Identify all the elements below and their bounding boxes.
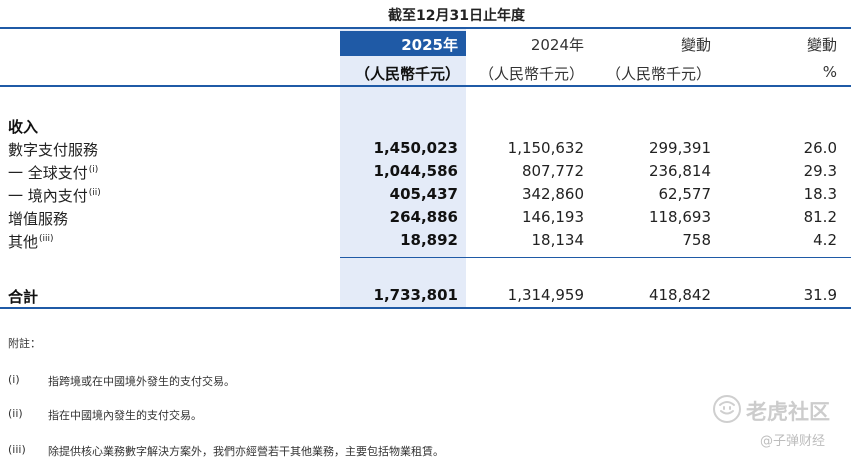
period-title: 截至12月31日止年度 (388, 8, 525, 24)
cell-pct: 81.2 (803, 208, 837, 226)
total-label: 合計 (8, 288, 39, 306)
row-label: 一 全球支付(i) (8, 164, 99, 182)
total-2025: 1,733,801 (373, 286, 458, 304)
total-2024: 1,314,959 (507, 286, 584, 304)
cell-2024: 342,860 (521, 185, 584, 203)
row-label: 其他(iii) (8, 233, 54, 251)
note-text: 指在中國境內發生的支付交易。 (48, 409, 202, 422)
col-header-change: 變動 (680, 36, 711, 54)
cell-2024: 1,150,632 (507, 139, 584, 157)
cell-2024: 146,193 (521, 208, 584, 226)
cell-2025: 1,450,023 (373, 139, 458, 157)
col-unit-pct: % (822, 63, 837, 81)
note-marker: (iii) (8, 443, 26, 456)
section-title: 收入 (8, 118, 39, 136)
cell-2024: 18,134 (531, 231, 585, 249)
col-unit-change: （人民幣千元） (605, 65, 711, 83)
note-marker: (i) (8, 373, 20, 386)
cell-change: 236,814 (648, 162, 711, 180)
col-unit-2024: （人民幣千元） (478, 65, 584, 83)
cell-change: 758 (682, 231, 711, 249)
cell-pct: 29.3 (803, 162, 837, 180)
total-rule (0, 307, 851, 309)
total-change: 418,842 (648, 286, 711, 304)
col-header-change-pct: 變動 (806, 36, 837, 54)
row-label: 一 境內支付(ii) (8, 187, 101, 205)
cell-change: 62,577 (658, 185, 712, 203)
header-rule (0, 85, 851, 87)
watermark-author: @子弹财经 (760, 434, 826, 449)
cell-2024: 807,772 (521, 162, 584, 180)
cell-pct: 4.2 (813, 231, 837, 249)
col-header-2024: 2024年 (530, 36, 584, 54)
note-text: 除提供核心業務數字解決方案外，我們亦經營若干其他業務，主要包括物業租賃。 (48, 445, 444, 458)
cell-change: 118,693 (648, 208, 711, 226)
note-marker: (ii) (8, 407, 23, 420)
col-header-2025: 2025年 (401, 36, 458, 54)
tiger-logo-icon (713, 395, 741, 423)
row-label: 數字支付服務 (8, 141, 99, 159)
watermark-brand: 老虎社区 (746, 400, 830, 424)
row-label: 增值服務 (8, 210, 69, 228)
cell-2025: 405,437 (389, 185, 458, 203)
note-text: 指跨境或在中國境外發生的支付交易。 (48, 375, 235, 388)
subtotal-rule (340, 257, 851, 258)
cell-pct: 26.0 (803, 139, 837, 157)
total-pct: 31.9 (803, 286, 837, 304)
cell-pct: 18.3 (803, 185, 837, 203)
notes-title: 附註： (8, 337, 41, 350)
cell-change: 299,391 (648, 139, 711, 157)
cell-2025: 1,044,586 (373, 162, 458, 180)
col-unit-2025: （人民幣千元） (354, 65, 460, 83)
cell-2025: 264,886 (389, 208, 458, 226)
cell-2025: 18,892 (400, 231, 458, 249)
